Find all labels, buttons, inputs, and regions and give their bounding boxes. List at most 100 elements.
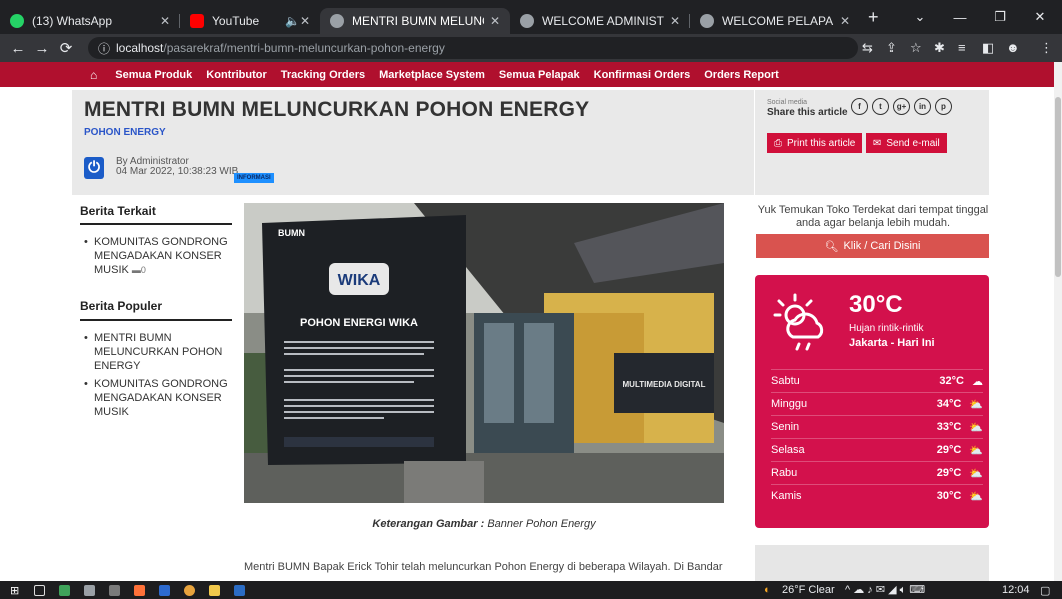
list-item[interactable]: KOMUNITAS GONDRONG MENGADAKAN KONSER MUS… — [84, 235, 234, 277]
close-window-button[interactable]: ✕ — [1020, 0, 1060, 34]
nav-orders-report[interactable]: Orders Report — [704, 69, 779, 81]
notification-icon[interactable]: ▢ — [1040, 584, 1050, 597]
nav-kontributor[interactable]: Kontributor — [206, 69, 266, 81]
social-icons: f t g+ in p — [851, 98, 956, 115]
app-icon[interactable] — [84, 584, 96, 596]
side-panel-icon[interactable]: ◧ — [982, 40, 994, 56]
site-navbar: ⌂ Semua Produk Kontributor Tracking Orde… — [0, 62, 1062, 87]
share-panel: Social media Share this article f t g+ i… — [755, 90, 989, 195]
back-icon[interactable]: ← — [6, 40, 30, 57]
app-icon[interactable] — [59, 584, 71, 596]
page-icon — [700, 14, 714, 28]
divider — [80, 319, 232, 321]
current-temperature: 30°C — [849, 291, 903, 318]
category-badge[interactable]: INFORMASI — [234, 173, 274, 183]
email-button[interactable]: ✉ Send e-mail — [866, 133, 947, 153]
tab-pelapak[interactable]: WELCOME PELAPAK ✕ — [690, 8, 860, 34]
close-icon[interactable]: ✕ — [160, 14, 170, 28]
taskbar-clock[interactable]: 12:04 — [1002, 584, 1030, 596]
info-icon[interactable]: ⓘ — [98, 40, 110, 57]
windows-taskbar: ⊞ ◐ 26°F Clear ^ ☁ ♪ ✉ ◢ 🔈︎ ⌨ 12:04 ▢ — [0, 581, 1062, 599]
list-item[interactable]: KOMUNITAS GONDRONG MENGADAKAN KONSER MUS… — [84, 377, 234, 419]
forecast-day: Minggu — [771, 398, 808, 410]
berita-terkait-heading: Berita Terkait — [80, 204, 156, 218]
print-button[interactable]: ⎙ Print this article — [767, 133, 863, 153]
nav-konfirmasi-orders[interactable]: Konfirmasi Orders — [594, 69, 691, 81]
forecast-row: Minggu 34°C ⛅ — [771, 392, 983, 415]
article-date: 04 Mar 2022, 10:38:23 WIB — [116, 166, 239, 177]
tab-title: (13) WhatsApp — [32, 14, 113, 28]
linkedin-icon[interactable]: in — [914, 98, 931, 115]
restore-button[interactable]: ❐ — [980, 0, 1020, 34]
find-store-button[interactable]: 🔍︎ Klik / Cari Disini — [756, 234, 989, 258]
tab-youtube[interactable]: YouTube 🔈✕ — [180, 8, 320, 34]
new-tab-button[interactable]: + — [868, 7, 879, 28]
close-icon[interactable]: ✕ — [840, 14, 850, 28]
app-icon[interactable] — [109, 584, 121, 596]
extensions-icon[interactable]: ✱ — [934, 40, 945, 56]
find-store-label: Klik / Cari Disini — [843, 240, 921, 252]
tab-admin[interactable]: WELCOME ADMINISTRATOR ✕ — [510, 8, 690, 34]
home-icon[interactable]: ⌂ — [90, 68, 97, 82]
share-icon[interactable]: ⇪ — [886, 40, 897, 56]
author-avatar: ⏻ — [84, 157, 104, 179]
related-news-link[interactable]: KOMUNITAS GONDRONG MENGADAKAN KONSER MUS… — [94, 236, 228, 276]
related-news-list: KOMUNITAS GONDRONG MENGADAKAN KONSER MUS… — [84, 235, 234, 281]
list-item[interactable]: MENTRI BUMN MELUNCURKAN POHON ENERGY — [84, 331, 234, 373]
mute-icon[interactable]: 🔈✕ — [285, 14, 310, 28]
multimedia-banner: MULTIMEDIA DIGITAL — [623, 380, 706, 389]
browser-toolbar: ← → ⟳ ⓘ localhost/pasarekraf/mentri-bumn… — [0, 34, 1062, 62]
forecast-day: Selasa — [771, 444, 805, 456]
popular-news-link[interactable]: MENTRI BUMN MELUNCURKAN POHON ENERGY — [94, 332, 222, 372]
tab-search-icon[interactable]: ⌄ — [900, 0, 940, 34]
author-meta: By Administrator 04 Mar 2022, 10:38:23 W… — [116, 157, 238, 177]
forecast-row: Senin 33°C ⛅ — [771, 415, 983, 438]
tab-article[interactable]: MENTRI BUMN MELUNCURK ✕ — [320, 8, 510, 34]
mail-icon: ✉ — [873, 137, 882, 149]
forecast-temp: 30°C — [936, 490, 962, 502]
photoshop-icon[interactable] — [159, 584, 171, 596]
url-path: /pasarekraf/mentri-bumn-meluncurkan-poho… — [163, 41, 445, 55]
nav-semua-produk[interactable]: Semua Produk — [115, 69, 192, 81]
page-scrollbar[interactable] — [1054, 62, 1062, 581]
chrome-icon[interactable] — [184, 584, 196, 596]
task-view-icon[interactable] — [34, 584, 46, 596]
nav-marketplace-system[interactable]: Marketplace System — [379, 69, 485, 81]
close-icon[interactable]: ✕ — [490, 14, 500, 28]
close-icon[interactable]: ✕ — [670, 14, 680, 28]
bookmark-star-icon[interactable]: ☆ — [910, 40, 922, 56]
article-category[interactable]: POHON ENERGY — [84, 127, 166, 138]
translate-icon[interactable]: ⇆ — [862, 40, 873, 56]
word-icon[interactable] — [234, 584, 246, 596]
firefox-icon[interactable] — [134, 584, 146, 596]
scrollbar-thumb[interactable] — [1055, 97, 1061, 277]
taskbar-weather[interactable]: 26°F Clear — [782, 584, 835, 596]
reading-list-icon[interactable]: ≡ — [958, 40, 966, 55]
page-content: MENTRI BUMN MELUNCURKAN POHON ENERGY POH… — [0, 87, 1054, 581]
url-host: localhost — [116, 41, 164, 55]
address-bar[interactable]: ⓘ localhost/pasarekraf/mentri-bumn-melun… — [88, 37, 858, 59]
nav-tracking-orders[interactable]: Tracking Orders — [281, 69, 365, 81]
forecast-day: Rabu — [771, 467, 798, 479]
pinterest-icon[interactable]: p — [935, 98, 952, 115]
cloud-icon: ☁ — [972, 375, 983, 388]
tab-whatsapp[interactable]: (13) WhatsApp ✕ — [0, 8, 180, 34]
windows-start-icon[interactable]: ⊞ — [10, 584, 19, 597]
reload-icon[interactable]: ⟳ — [54, 39, 78, 57]
popular-news-link[interactable]: KOMUNITAS GONDRONG MENGADAKAN KONSER MUS… — [94, 378, 228, 418]
file-explorer-icon[interactable] — [209, 584, 221, 596]
system-tray-icons[interactable]: ^ ☁ ♪ ✉ ◢ 🔈︎ ⌨ — [845, 583, 925, 597]
forecast-day: Sabtu — [771, 375, 800, 387]
twitter-icon[interactable]: t — [872, 98, 889, 115]
weather-widget: 30°C Hujan rintik-rintik Jakarta - Hari … — [755, 275, 989, 528]
nav-semua-pelapak[interactable]: Semua Pelapak — [499, 69, 580, 81]
minimize-button[interactable]: — — [940, 0, 980, 34]
forward-icon[interactable]: → — [30, 40, 54, 57]
forecast-row: Kamis 30°C ⛅ — [771, 484, 983, 507]
wika-logo: WIKA — [338, 272, 381, 289]
facebook-icon[interactable]: f — [851, 98, 868, 115]
menu-icon[interactable]: ⋮ — [1040, 40, 1053, 56]
profile-avatar-icon[interactable]: ☻ — [1006, 40, 1020, 55]
partly-cloudy-icon: ⛅ — [969, 421, 983, 434]
google-plus-icon[interactable]: g+ — [893, 98, 910, 115]
